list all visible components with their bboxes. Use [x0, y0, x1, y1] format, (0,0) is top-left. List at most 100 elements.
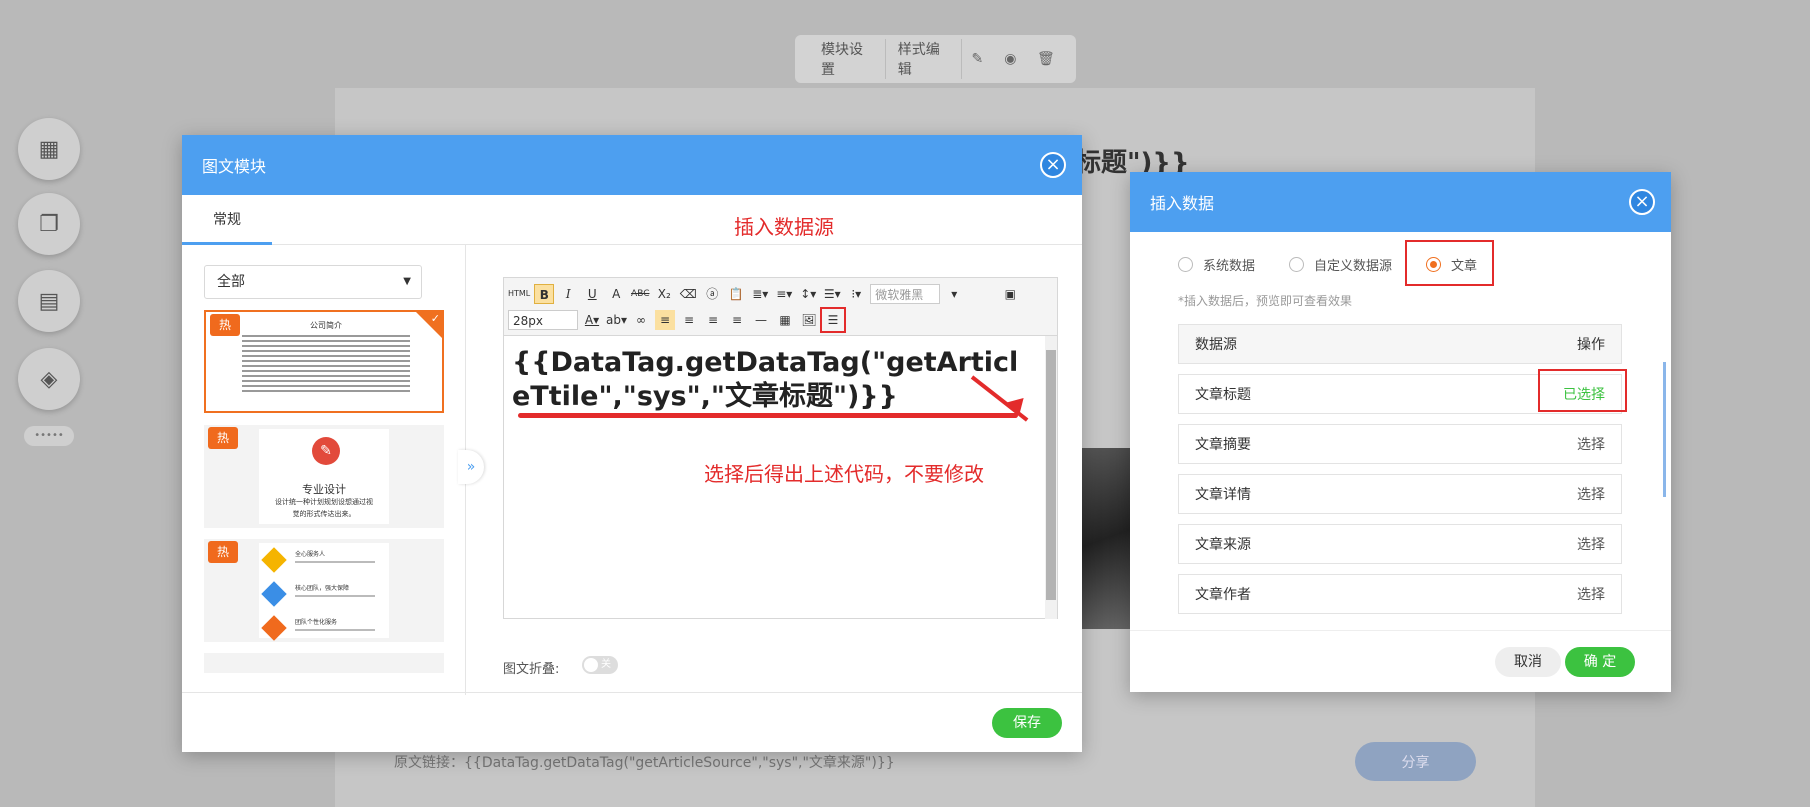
template-item-company[interactable]: 公司简介 热 ✓	[204, 310, 444, 413]
font-size-select[interactable]: 28px	[508, 310, 578, 330]
highlight-color-button[interactable]: ab▾	[606, 310, 627, 330]
select-button[interactable]: 选择	[1577, 584, 1605, 604]
editor-scroll-thumb[interactable]	[1046, 350, 1056, 600]
template-item-title: 核心团队，强大保障	[295, 585, 350, 592]
table-icon[interactable]: ▦	[775, 310, 795, 330]
editor-content[interactable]: {{DataTag.getDataTag("getArticleTtile","…	[512, 346, 1032, 414]
select-button[interactable]: 选择	[1577, 434, 1605, 454]
dialog-header: 插入数据 ×	[1130, 172, 1671, 232]
unordered-list-button[interactable]: ⁝▾	[846, 284, 866, 304]
html-source-button[interactable]: HTML	[508, 284, 530, 304]
template-item-design[interactable]: ✎ 专业设计 设计统一种计划规划设想通过视 觉的形式传达出来。 热	[204, 425, 444, 528]
background-image	[1082, 448, 1130, 629]
paste-icon[interactable]: 📋	[726, 284, 746, 304]
select-button[interactable]: 选择	[1577, 484, 1605, 504]
radio-system-data[interactable]: 系统数据	[1178, 255, 1255, 274]
template-preview: ✎ 专业设计 设计统一种计划规划设想通过视 觉的形式传达出来。	[259, 429, 389, 524]
template-text-line	[295, 595, 375, 597]
template-item-more[interactable]	[204, 653, 444, 673]
bold-button[interactable]: B	[534, 284, 555, 304]
trash-icon[interactable]: 🗑	[1037, 51, 1055, 67]
annotation-box-article	[1405, 240, 1494, 286]
sidebar-document-button[interactable]: ▤	[18, 270, 80, 332]
insert-datasource-button[interactable]: ☰	[820, 307, 846, 333]
template-text-lines	[242, 335, 410, 392]
italic-button[interactable]: I	[558, 284, 578, 304]
hot-badge: 热	[208, 541, 238, 563]
close-icon[interactable]: ×	[1040, 152, 1066, 178]
cancel-button[interactable]: 取消	[1495, 647, 1561, 677]
insert-hint: *插入数据后，预览即可查看效果	[1178, 294, 1353, 308]
paragraph-spacing-button[interactable]: ≣▾	[750, 284, 770, 304]
image-icon[interactable]: 🖼	[799, 310, 819, 330]
confirm-button[interactable]: 确 定	[1565, 647, 1635, 677]
horizontal-rule-button[interactable]: —	[751, 310, 771, 330]
sidebar-pages-button[interactable]: ❐	[18, 193, 80, 255]
radio-circle	[1178, 257, 1193, 272]
dialog-tabs: 常规	[182, 195, 1082, 245]
copy-icon: ❐	[39, 211, 59, 237]
template-item-title: 团队个性化服务	[295, 619, 338, 626]
image-text-module-dialog: 图文模块 × 常规 插入数据源 全部 ▼ 公司简介 热 ✓ ✎ 专业设计 设计统…	[182, 135, 1082, 752]
sidebar-modules-button[interactable]: ▦	[18, 118, 80, 180]
underline-button[interactable]: U	[582, 284, 602, 304]
module-settings-button[interactable]: 模块设置	[809, 39, 886, 79]
grid-icon: ▦	[38, 136, 60, 162]
sidebar-drag-handle[interactable]: •••••	[24, 426, 74, 446]
template-line: 设计统一种计划规划设想通过视	[275, 498, 373, 506]
font-color-button[interactable]: A▾	[582, 310, 602, 330]
align-left-button[interactable]: ≡	[655, 310, 675, 330]
fold-label: 图文折叠:	[503, 662, 560, 677]
collapse-panel-button[interactable]: »	[458, 450, 484, 484]
insert-data-dialog: 插入数据 × 系统数据 自定义数据源 文章 *插入数据后，预览即可查看效果 数据…	[1130, 172, 1671, 692]
table-row: 文章来源 选择	[1178, 524, 1622, 564]
tab-general[interactable]: 常规	[182, 195, 272, 245]
template-text-line	[295, 561, 375, 563]
save-button[interactable]: 保存	[992, 708, 1062, 738]
share-button[interactable]: 分享	[1355, 742, 1476, 781]
dialog-title: 图文模块	[202, 157, 267, 176]
dialog-footer: 取消 确 定	[1130, 630, 1671, 692]
subscript-button[interactable]: X₂	[654, 284, 674, 304]
fold-toggle[interactable]: 关	[582, 656, 618, 674]
magic-wand-icon[interactable]: ✎	[971, 51, 986, 67]
line-height-button[interactable]: ↕▾	[798, 284, 818, 304]
style-edit-button[interactable]: 样式编辑	[886, 39, 963, 79]
chevron-down-icon: ▼	[403, 276, 411, 287]
radio-circle	[1289, 257, 1305, 272]
template-preview: 公司简介	[236, 316, 416, 411]
category-select-value: 全部	[217, 274, 245, 290]
row-spacing-button[interactable]: ≡▾	[774, 284, 794, 304]
ordered-list-button[interactable]: ☰▾	[822, 284, 842, 304]
table-row: 文章作者 选择	[1178, 574, 1622, 614]
font-family-select[interactable]: 微软雅黑	[870, 284, 941, 304]
eraser-icon[interactable]: ⌫	[678, 284, 698, 304]
table-header: 数据源 操作	[1178, 324, 1622, 364]
dialog-scrollbar[interactable]	[1663, 362, 1666, 497]
radio-custom-datasource[interactable]: 自定义数据源	[1289, 255, 1392, 274]
diamond-icon	[261, 615, 287, 641]
sidebar-layers-button[interactable]: ◈	[18, 348, 80, 410]
auto-format-button[interactable]: ⓐ	[702, 284, 722, 304]
template-item-services[interactable]: 全心服务人 核心团队，强大保障 团队个性化服务 热	[204, 539, 444, 642]
template-panel: 全部 ▼ 公司简介 热 ✓ ✎ 专业设计 设计统一种计划规划设想通过视 觉的形式…	[182, 245, 466, 695]
align-center-button[interactable]: ≡	[679, 310, 699, 330]
font-border-button[interactable]: A	[606, 284, 626, 304]
check-icon: ✓	[430, 312, 440, 325]
strikethrough-button[interactable]: ABC	[630, 284, 650, 304]
align-right-button[interactable]: ≡	[703, 310, 723, 330]
category-select[interactable]: 全部 ▼	[204, 265, 422, 299]
dialog-title: 插入数据	[1150, 194, 1215, 213]
background-footer-link: 原文链接：{{DataTag.getDataTag("getArticleSou…	[394, 755, 895, 771]
eye-icon[interactable]: ◉	[1004, 51, 1019, 67]
link-icon[interactable]: ∞	[631, 310, 651, 330]
align-justify-button[interactable]: ≡	[727, 310, 747, 330]
close-icon[interactable]: ×	[1629, 189, 1655, 215]
chevron-down-icon[interactable]: ▾	[944, 284, 964, 304]
template-preview: 全心服务人 核心团队，强大保障 团队个性化服务	[259, 543, 389, 641]
row-name: 文章摘要	[1195, 437, 1251, 453]
annotation-do-not-modify: 选择后得出上述代码，不要修改	[704, 462, 984, 486]
select-button[interactable]: 选择	[1577, 534, 1605, 554]
fullscreen-icon[interactable]: ▣	[1000, 284, 1020, 304]
layers-icon: ◈	[40, 366, 58, 392]
